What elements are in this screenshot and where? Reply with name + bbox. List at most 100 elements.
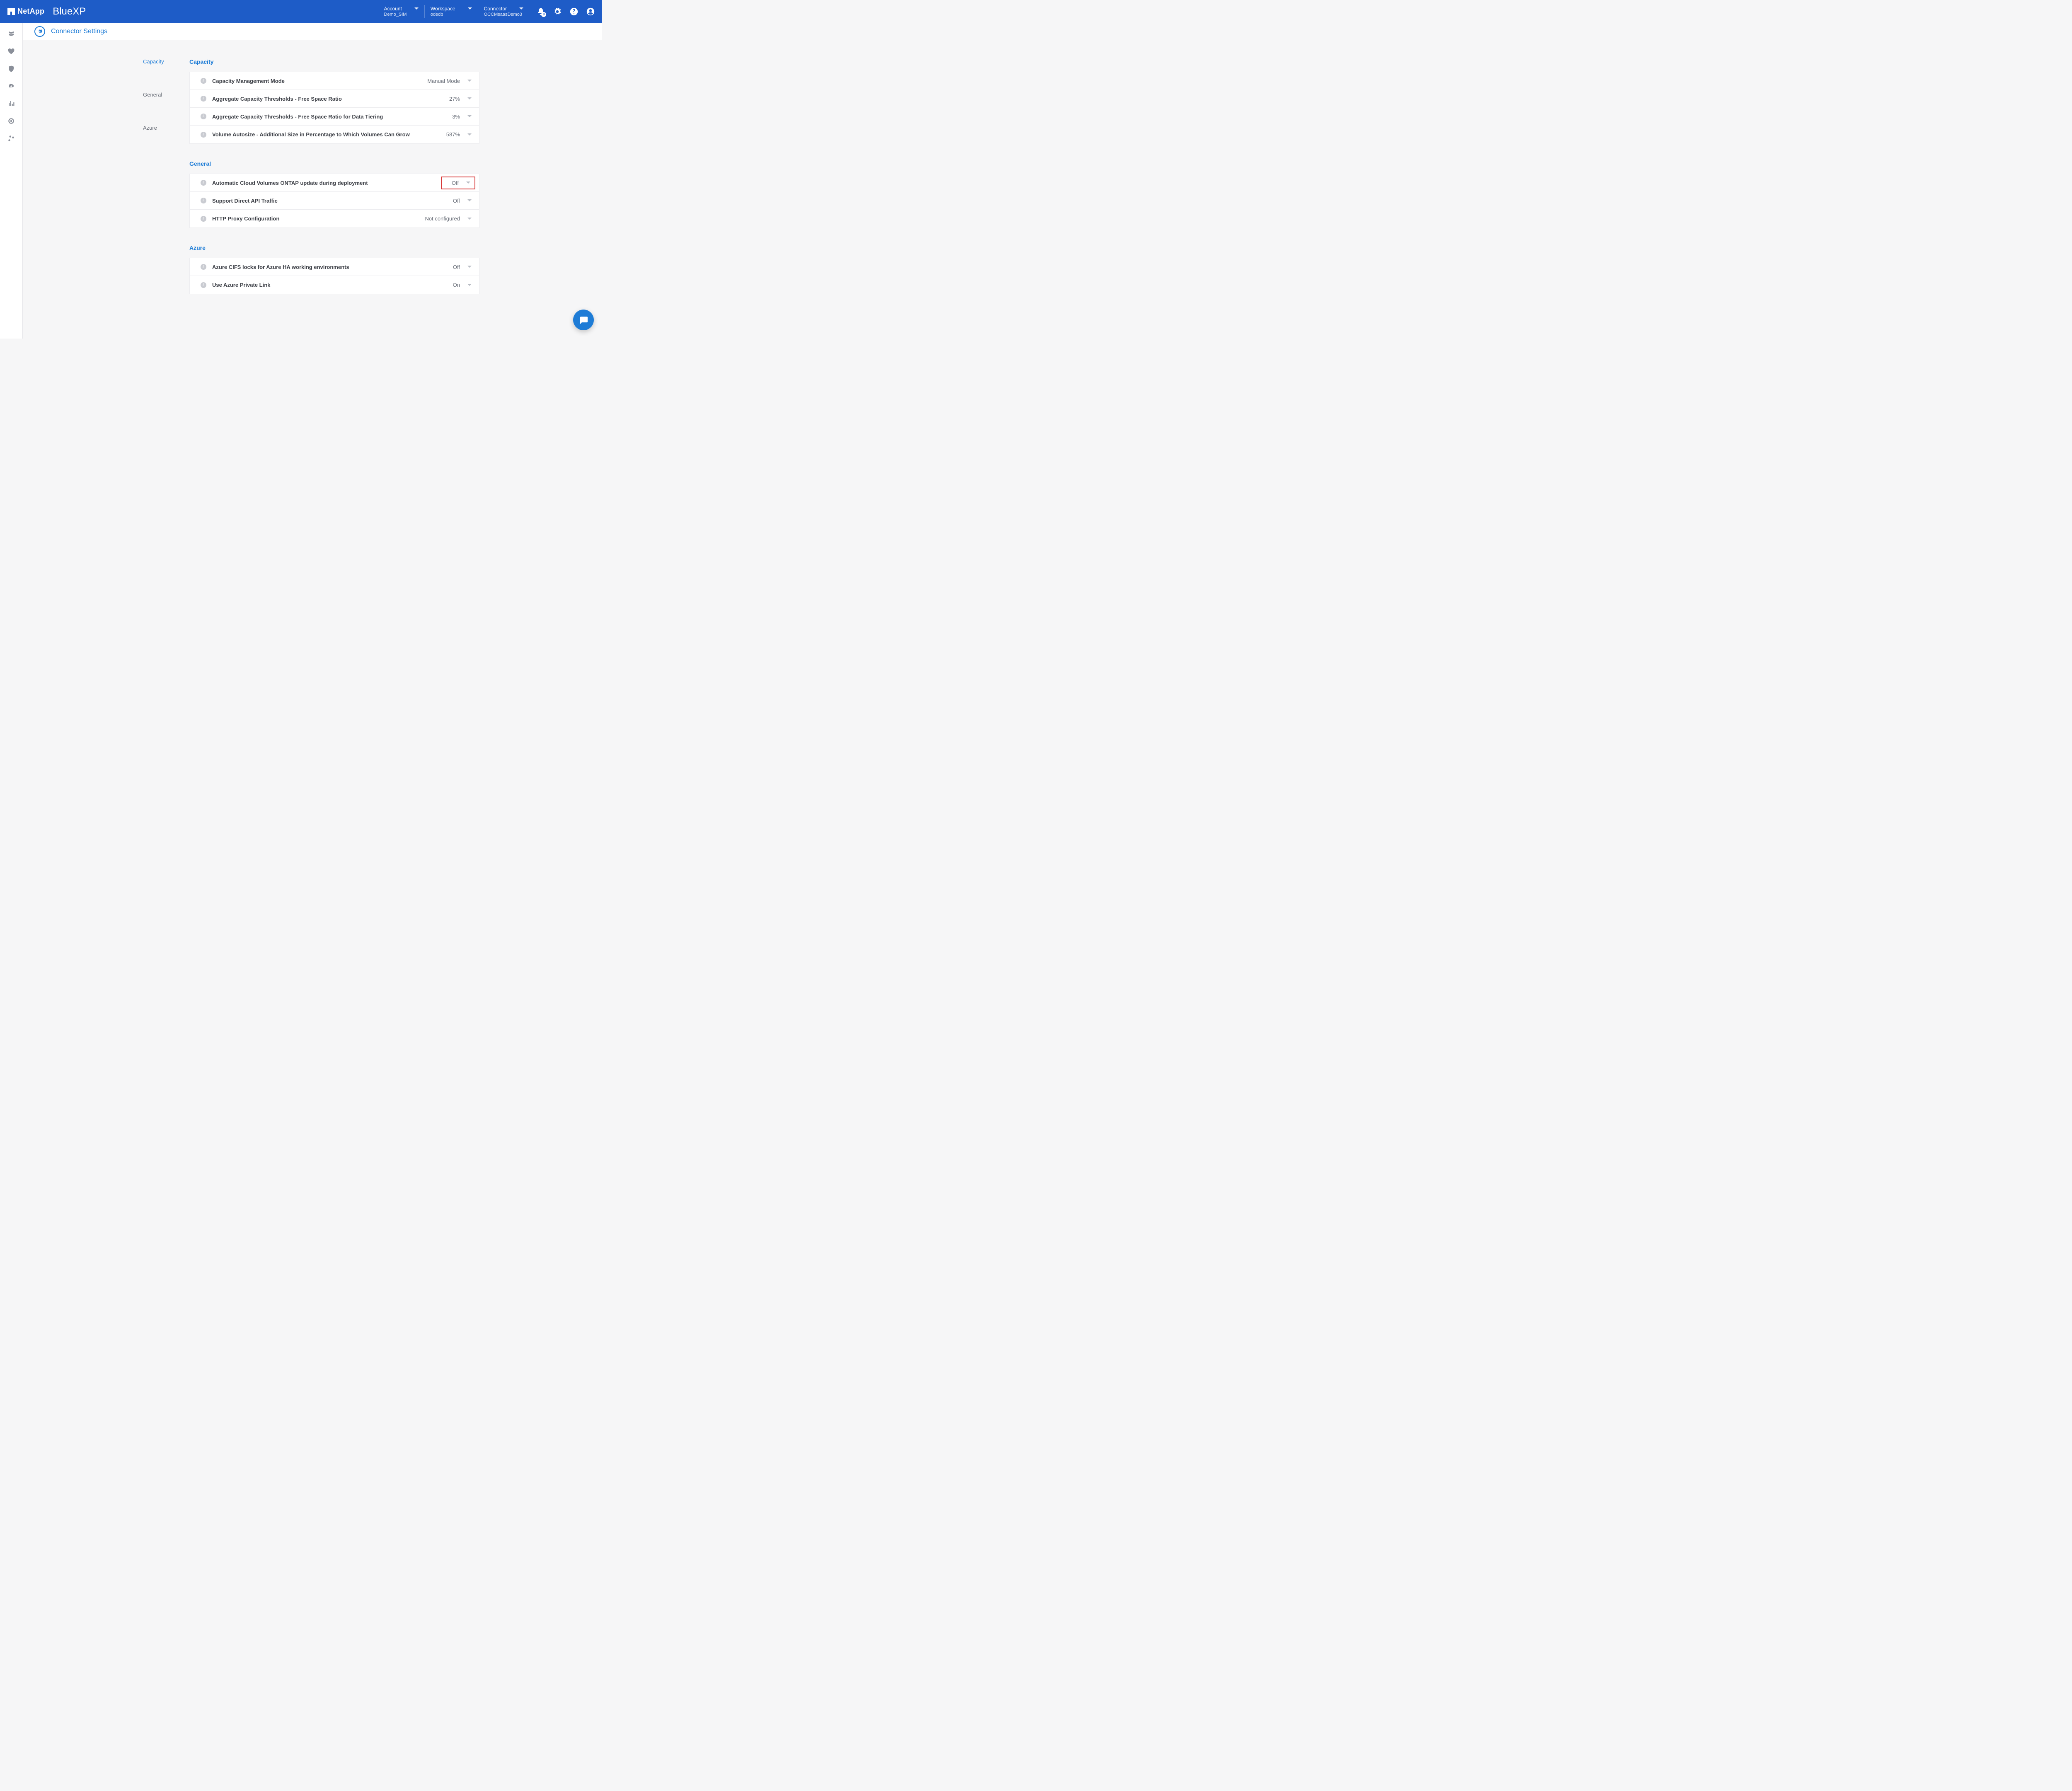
chat-icon [579,315,588,325]
section-azure: Azure Azure CIFS locks for Azure HA work… [189,244,479,294]
row-azure-cifs-locks[interactable]: Azure CIFS locks for Azure HA working en… [190,258,479,276]
brand-primary-text: NetApp [17,7,44,16]
chevron-down-icon [468,7,472,10]
notification-count-badge: 8 [541,12,546,17]
row-label: Capacity Management Mode [212,78,427,84]
info-icon[interactable] [201,114,206,119]
panel-capacity: Capacity Management Mode Manual Mode Agg… [189,72,479,144]
page-header: Connector Settings [23,23,602,40]
row-azure-private-link[interactable]: Use Azure Private Link On [190,276,479,294]
row-free-space-ratio[interactable]: Aggregate Capacity Thresholds - Free Spa… [190,90,479,108]
row-value: Manual Mode [427,78,460,84]
chevron-down-icon [467,284,472,286]
account-selector[interactable]: Account Demo_SIM [378,5,424,18]
extensions-icon[interactable] [7,135,15,142]
left-navigation-rail [0,23,23,339]
panel-azure: Azure CIFS locks for Azure HA working en… [189,258,479,294]
sidenav-item-general[interactable]: General [143,92,175,125]
notifications-button[interactable]: 8 [537,7,545,16]
row-label: Support Direct API Traffic [212,198,453,204]
compute-icon[interactable] [7,117,15,125]
sync-icon[interactable] [7,82,15,90]
account-label: Account [384,6,402,12]
row-label: Azure CIFS locks for Azure HA working en… [212,264,453,270]
health-icon[interactable] [7,48,15,55]
row-direct-api-traffic[interactable]: Support Direct API Traffic Off [190,192,479,210]
section-title-azure: Azure [189,244,479,251]
workspace-selector[interactable]: Workspace odedb [425,5,478,18]
chevron-down-icon [519,7,523,10]
sidenav-item-azure[interactable]: Azure [143,125,175,158]
settings-button[interactable] [553,7,562,16]
connector-value: OCCMsaasDemo3 [484,12,523,17]
chevron-down-icon [467,133,472,136]
row-value: Off [453,198,460,204]
row-volume-autosize[interactable]: Volume Autosize - Additional Size in Per… [190,126,479,143]
user-menu-button[interactable] [586,7,595,16]
section-title-capacity: Capacity [189,58,479,65]
topbar-utility-icons: 8 [537,7,595,16]
workspace-label: Workspace [431,6,455,12]
chevron-down-icon [467,218,472,220]
settings-main: Capacity Capacity Management Mode Manual… [189,58,479,339]
gear-icon [553,7,562,16]
content-area: Capacity General Azure Capacity Capacity… [23,40,602,339]
info-icon[interactable] [201,282,206,288]
row-value: Off [452,180,459,186]
account-value: Demo_SIM [384,12,418,17]
connector-label: Connector [484,6,507,12]
row-label: Volume Autosize - Additional Size in Per… [212,131,446,138]
info-icon[interactable] [201,198,206,203]
settings-side-nav: Capacity General Azure [143,58,175,339]
chevron-down-icon [467,199,472,202]
gear-icon [37,29,43,34]
netapp-logo-icon [7,8,15,15]
shield-icon[interactable] [7,65,15,73]
row-auto-cvo-update[interactable]: Automatic Cloud Volumes ONTAP update dur… [190,174,479,192]
analytics-icon[interactable] [7,100,15,107]
chevron-down-icon [414,7,419,10]
row-value: 27% [449,96,460,102]
canvas-icon[interactable] [7,30,15,38]
section-title-general: General [189,160,479,167]
row-value: Off [453,264,460,270]
chat-support-button[interactable] [573,310,594,330]
brand-product-text: BlueXP [53,6,86,17]
chevron-down-icon [467,266,472,268]
section-capacity: Capacity Capacity Management Mode Manual… [189,58,479,144]
section-general: General Automatic Cloud Volumes ONTAP up… [189,160,479,228]
row-label: Aggregate Capacity Thresholds - Free Spa… [212,114,452,120]
highlighted-value-box: Off [441,177,475,189]
row-value: On [453,282,460,288]
page-header-icon [34,26,45,37]
workspace-value: odedb [431,12,472,17]
row-value: Not configured [425,215,460,222]
chevron-down-icon [467,80,472,82]
row-capacity-management-mode[interactable]: Capacity Management Mode Manual Mode [190,72,479,90]
sidenav-item-capacity[interactable]: Capacity [143,58,175,92]
user-icon [586,7,595,16]
row-http-proxy[interactable]: HTTP Proxy Configuration Not configured [190,210,479,228]
topbar-context-group: Account Demo_SIM Workspace odedb Connect… [378,5,529,18]
row-free-space-ratio-tiering[interactable]: Aggregate Capacity Thresholds - Free Spa… [190,108,479,126]
row-label: Use Azure Private Link [212,282,453,288]
help-button[interactable] [570,7,578,16]
row-label: HTTP Proxy Configuration [212,215,425,222]
info-icon[interactable] [201,132,206,138]
chevron-down-icon [466,182,470,184]
info-icon[interactable] [201,264,206,270]
info-icon[interactable] [201,216,206,222]
chevron-down-icon [467,115,472,118]
row-value: 587% [446,131,460,138]
chevron-down-icon [467,97,472,100]
brand-logo[interactable]: NetApp BlueXP [7,6,86,17]
info-icon[interactable] [201,180,206,186]
connector-selector[interactable]: Connector OCCMsaasDemo3 [478,5,529,18]
row-label: Aggregate Capacity Thresholds - Free Spa… [212,96,449,102]
info-icon[interactable] [201,78,206,84]
info-icon[interactable] [201,96,206,102]
row-value: 3% [452,114,460,120]
help-icon [570,7,578,16]
top-navigation-bar: NetApp BlueXP Account Demo_SIM Workspace… [0,0,602,23]
row-label: Automatic Cloud Volumes ONTAP update dur… [212,180,441,186]
